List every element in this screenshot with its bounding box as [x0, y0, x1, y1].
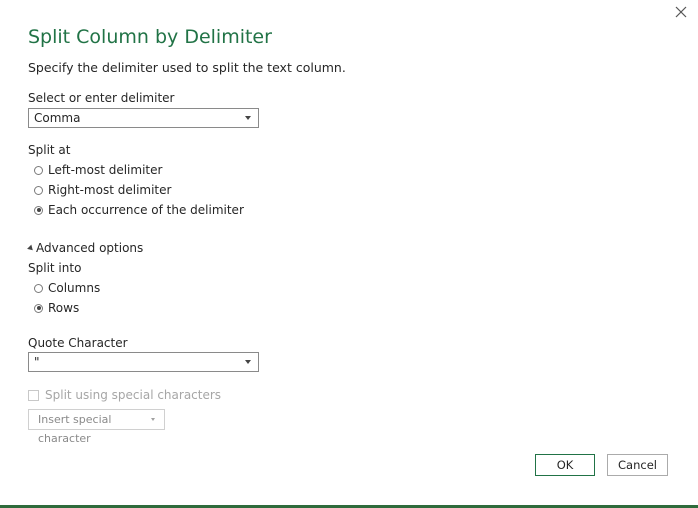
- radio-button[interactable]: [34, 165, 43, 175]
- close-button[interactable]: [672, 3, 690, 21]
- radio-button[interactable]: [34, 303, 43, 313]
- split-into-label: Split into: [28, 261, 82, 275]
- insert-special-character-label: Insert special character: [38, 413, 112, 445]
- radio-right-most-delimiter[interactable]: Right-most delimiter: [34, 183, 171, 197]
- radio-button[interactable]: [34, 205, 43, 215]
- expanded-triangle-icon: [27, 244, 35, 252]
- advanced-options-label: Advanced options: [36, 241, 144, 255]
- split-at-label: Split at: [28, 143, 71, 157]
- chevron-down-icon: [245, 116, 251, 120]
- quote-character-label: Quote Character: [28, 336, 128, 350]
- radio-label: Columns: [48, 281, 101, 295]
- cancel-button[interactable]: Cancel: [607, 454, 668, 476]
- delimiter-select[interactable]: Comma: [28, 108, 259, 128]
- chevron-down-icon: [151, 418, 155, 421]
- split-special-characters-label: Split using special characters: [45, 388, 222, 402]
- radio-label: Each occurrence of the delimiter: [48, 203, 244, 217]
- quote-character-select[interactable]: ": [28, 352, 259, 372]
- dialog-title: Split Column by Delimiter: [28, 26, 272, 48]
- chevron-down-icon: [245, 360, 251, 364]
- radio-each-occurrence[interactable]: Each occurrence of the delimiter: [34, 203, 244, 217]
- radio-button[interactable]: [34, 283, 43, 293]
- radio-left-most-delimiter[interactable]: Left-most delimiter: [34, 163, 162, 177]
- split-column-dialog: Split Column by Delimiter Specify the de…: [0, 0, 698, 508]
- radio-label: Right-most delimiter: [48, 183, 172, 197]
- split-special-characters-row: Split using special characters: [28, 388, 221, 402]
- delimiter-select-value: Comma: [34, 111, 81, 125]
- quote-character-value: ": [34, 355, 40, 369]
- split-special-characters-checkbox: [28, 389, 39, 401]
- delimiter-label: Select or enter delimiter: [28, 91, 175, 105]
- radio-label: Rows: [48, 301, 80, 315]
- radio-button[interactable]: [34, 185, 43, 195]
- radio-label: Left-most delimiter: [48, 163, 163, 177]
- radio-split-into-rows[interactable]: Rows: [34, 301, 79, 315]
- close-icon: [675, 6, 687, 18]
- radio-split-into-columns[interactable]: Columns: [34, 281, 100, 295]
- advanced-options-toggle[interactable]: Advanced options: [27, 241, 144, 255]
- insert-special-character-button: Insert special character: [28, 409, 165, 445]
- dialog-subtitle: Specify the delimiter used to split the …: [28, 60, 346, 75]
- ok-button[interactable]: OK: [535, 454, 595, 476]
